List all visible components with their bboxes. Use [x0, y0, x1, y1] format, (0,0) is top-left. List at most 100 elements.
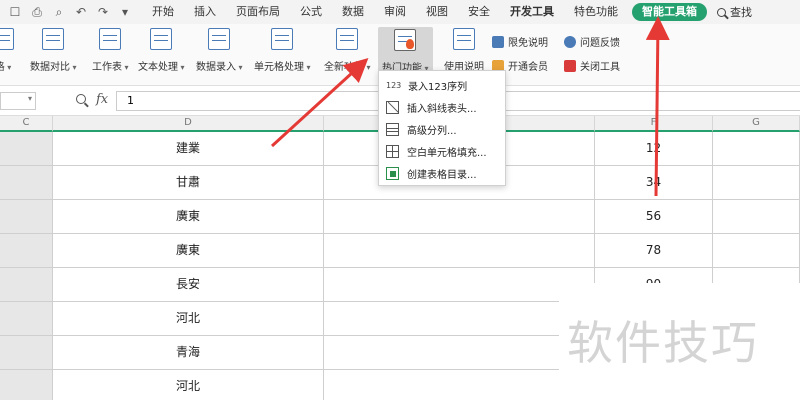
- cell-c[interactable]: [0, 132, 53, 166]
- tab-developer[interactable]: 开发工具: [500, 0, 564, 24]
- cell-d[interactable]: 廣東: [53, 200, 324, 234]
- column-header-f[interactable]: F: [595, 116, 713, 132]
- menu-item-label: 高级分列...: [407, 125, 457, 137]
- table-directory-icon: [386, 166, 399, 180]
- cell-c[interactable]: [0, 302, 53, 336]
- cell-g[interactable]: [713, 234, 800, 268]
- data-compare-icon: [42, 28, 65, 50]
- zoom-icon[interactable]: [76, 94, 86, 104]
- tool-new-features[interactable]: 全新功能: [324, 28, 371, 73]
- search-icon: [717, 7, 726, 17]
- cell-e[interactable]: [324, 234, 595, 268]
- cell-g[interactable]: [713, 166, 800, 200]
- diagonal-header-icon: [386, 100, 399, 114]
- close-tool-button[interactable]: 关闭工具: [564, 58, 620, 73]
- hot-features-dropdown: 123 录入123序列 插入斜线表头... 高级分列... 空白单元格填充...…: [378, 70, 506, 186]
- cell-d[interactable]: 河北: [53, 370, 324, 400]
- new-features-icon: [336, 28, 359, 50]
- open-icon[interactable]: ☐: [4, 1, 26, 23]
- cell-e[interactable]: [324, 200, 595, 234]
- data-entry-icon: [208, 28, 231, 50]
- tab-page-layout[interactable]: 页面布局: [226, 0, 290, 24]
- search-label: 查找: [730, 6, 752, 19]
- sequence-icon: 123: [386, 78, 402, 92]
- menu-item-label: 空白单元格填充...: [407, 147, 487, 159]
- fx-icon[interactable]: fx: [96, 92, 108, 107]
- cell-c[interactable]: [0, 370, 53, 400]
- tab-formula[interactable]: 公式: [290, 0, 332, 24]
- dropdown-icon[interactable]: ▾: [114, 1, 136, 23]
- cell-c[interactable]: [0, 336, 53, 370]
- cell-e[interactable]: [324, 268, 595, 302]
- cell-f[interactable]: 34: [595, 166, 713, 200]
- cell-c[interactable]: [0, 268, 53, 302]
- name-box[interactable]: [0, 92, 36, 110]
- cell-g[interactable]: [713, 200, 800, 234]
- worksheet-icon: [99, 28, 122, 50]
- tool-data-compare[interactable]: 数据对比: [30, 28, 77, 73]
- cell-f[interactable]: 56: [595, 200, 713, 234]
- cell-g[interactable]: [713, 132, 800, 166]
- cell-d[interactable]: 甘肅: [53, 166, 324, 200]
- menu-item-advanced-split[interactable]: 高级分列...: [379, 118, 505, 140]
- table-row: 廣東 56: [0, 200, 800, 234]
- tool-label: 文本处理: [138, 58, 185, 73]
- column-header-d[interactable]: D: [53, 116, 324, 132]
- cell-d[interactable]: 建業: [53, 132, 324, 166]
- cell-c[interactable]: [0, 166, 53, 200]
- tool-label: 单元格处理: [254, 58, 311, 73]
- redo-icon[interactable]: ↷: [92, 1, 114, 23]
- cell-f[interactable]: 78: [595, 234, 713, 268]
- tool-label: 格: [0, 58, 11, 73]
- tool-text-process[interactable]: 文本处理: [138, 28, 185, 73]
- limit-free-button[interactable]: 限免说明: [492, 34, 548, 49]
- menu-tabs: 开始 插入 页面布局 公式 数据 审阅 视图 安全 开发工具 特色功能 智能工具…: [142, 0, 752, 24]
- tool-data-entry[interactable]: 数据录入: [196, 28, 243, 73]
- tab-special[interactable]: 特色功能: [564, 0, 628, 24]
- button-label: 问题反馈: [580, 38, 620, 49]
- tool-cell-process[interactable]: 单元格处理: [254, 28, 311, 73]
- column-header-c[interactable]: C: [0, 116, 53, 132]
- tab-smart-toolbox[interactable]: 智能工具箱: [632, 3, 707, 21]
- undo-icon[interactable]: ↶: [70, 1, 92, 23]
- menu-item-label: 创建表格目录...: [407, 169, 477, 181]
- tag-icon: [492, 35, 504, 48]
- tool-label: 数据对比: [30, 58, 77, 73]
- print-icon[interactable]: ⎙: [26, 1, 48, 23]
- cell-d[interactable]: 長安: [53, 268, 324, 302]
- cell-c[interactable]: [0, 200, 53, 234]
- cell-c[interactable]: [0, 234, 53, 268]
- cell-e[interactable]: [324, 336, 595, 370]
- cell-d[interactable]: 廣東: [53, 234, 324, 268]
- tab-security[interactable]: 安全: [458, 0, 500, 24]
- menu-bar: ☐ ⎙ ⌕ ↶ ↷ ▾ 开始 插入 页面布局 公式 数据 审阅 视图 安全 开发…: [0, 0, 800, 24]
- cell-d[interactable]: 青海: [53, 336, 324, 370]
- cell-f[interactable]: 12: [595, 132, 713, 166]
- tab-start[interactable]: 开始: [142, 0, 184, 24]
- menu-item-fill-blank[interactable]: 空白单元格填充...: [379, 140, 505, 162]
- cell-d[interactable]: 河北: [53, 302, 324, 336]
- search-button[interactable]: 查找: [711, 4, 752, 20]
- tool-label: 数据录入: [196, 58, 243, 73]
- cell-e[interactable]: [324, 370, 595, 400]
- tool-worksheet[interactable]: 工作表: [92, 28, 129, 73]
- tab-review[interactable]: 审阅: [374, 0, 416, 24]
- button-label: 关闭工具: [580, 62, 620, 73]
- tool-usage-guide[interactable]: 使用说明: [444, 28, 484, 73]
- tool-label: 全新功能: [324, 58, 371, 73]
- menu-item-table-directory[interactable]: 创建表格目录...: [379, 162, 505, 184]
- column-header-g[interactable]: G: [713, 116, 800, 132]
- hot-features-icon: [394, 29, 417, 51]
- menu-item-sequence[interactable]: 123 录入123序列: [379, 74, 505, 96]
- table-icon: [0, 28, 14, 50]
- tab-insert[interactable]: 插入: [184, 0, 226, 24]
- tab-data[interactable]: 数据: [332, 0, 374, 24]
- cell-e[interactable]: [324, 302, 595, 336]
- cell-process-icon: [271, 28, 294, 50]
- preview-icon[interactable]: ⌕: [48, 1, 70, 23]
- tab-view[interactable]: 视图: [416, 0, 458, 24]
- feedback-button[interactable]: 问题反馈: [564, 34, 620, 49]
- tool-label: 工作表: [92, 58, 129, 73]
- tool-table[interactable]: 格: [0, 28, 14, 73]
- menu-item-diagonal-header[interactable]: 插入斜线表头...: [379, 96, 505, 118]
